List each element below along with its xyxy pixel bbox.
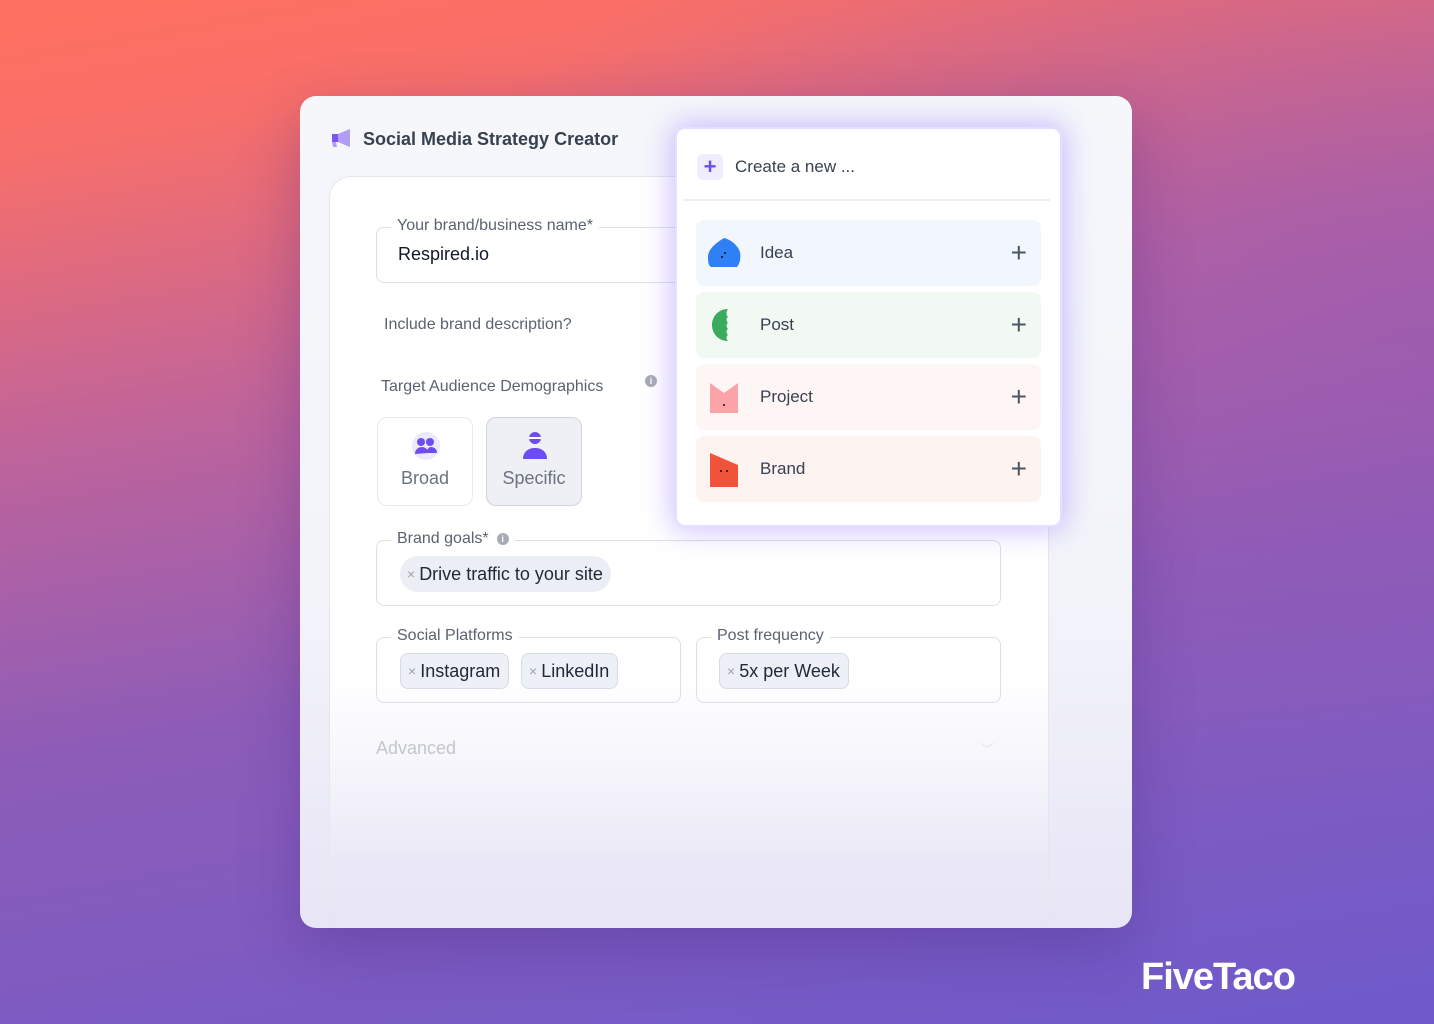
post-frequency-label: Post frequency	[711, 627, 830, 645]
audience-specific-option[interactable]: Specific	[486, 417, 582, 506]
frequency-chip: × 5x per Week	[719, 653, 849, 689]
audience-label: Target Audience Demographics	[381, 378, 604, 395]
goal-chip: × Drive traffic to your site	[400, 556, 611, 592]
project-icon	[710, 383, 738, 413]
menu-item-brand[interactable]: Brand +	[696, 436, 1041, 502]
remove-icon[interactable]: ×	[408, 663, 416, 679]
goal-chip-label: Drive traffic to your site	[419, 563, 603, 584]
platform-chip-label: LinkedIn	[541, 660, 610, 681]
menu-item-label: Brand	[760, 459, 806, 478]
social-platforms-label: Social Platforms	[391, 627, 519, 645]
brand-name-label: Your brand/business name*	[391, 217, 599, 235]
create-new-header: + Create a new ...	[697, 154, 855, 180]
include-description-label[interactable]: Include brand description?	[384, 316, 572, 334]
brand-icon	[710, 453, 738, 487]
remove-icon[interactable]: ×	[727, 663, 735, 679]
platform-chip: × LinkedIn	[521, 653, 619, 689]
menu-item-label: Project	[760, 387, 813, 406]
platform-chip: × Instagram	[400, 653, 510, 689]
remove-icon[interactable]: ×	[407, 566, 415, 582]
idea-icon	[708, 238, 741, 267]
add-icon[interactable]: +	[1011, 309, 1027, 341]
brand-goals-label: Brand goals* i	[391, 530, 515, 548]
info-icon[interactable]: i	[496, 533, 509, 545]
audience-broad-label: Broad	[400, 468, 450, 488]
menu-item-label: Post	[760, 315, 795, 334]
brand-goals-label-text: Brand goals*	[397, 530, 489, 547]
person-icon	[523, 432, 547, 459]
page-title: Social Media Strategy Creator	[363, 129, 619, 149]
plus-icon: +	[697, 154, 723, 180]
group-icon	[412, 432, 440, 460]
menu-item-idea[interactable]: Idea +	[696, 220, 1041, 286]
advanced-toggle[interactable]: Advanced	[376, 738, 456, 759]
menu-item-project[interactable]: Project +	[696, 364, 1041, 430]
brand-name-value: Respired.io	[398, 244, 490, 264]
menu-item-post[interactable]: Post +	[696, 292, 1041, 358]
brand-name-field[interactable]: Your brand/business name* Respired.io	[376, 217, 716, 283]
remove-icon[interactable]: ×	[529, 663, 537, 679]
info-icon[interactable]: i	[645, 375, 657, 387]
social-platforms-field[interactable]: Social Platforms × Instagram × LinkedIn	[376, 627, 681, 703]
menu-item-label: Idea	[760, 243, 794, 262]
create-new-menu: + Create a new ... Idea + Post + Project…	[677, 129, 1060, 525]
add-icon[interactable]: +	[1011, 453, 1027, 485]
create-new-title: Create a new ...	[735, 157, 856, 176]
divider	[683, 199, 1050, 201]
audience-specific-label: Specific	[502, 468, 566, 488]
chevron-down-icon[interactable]: ﹀	[980, 740, 994, 760]
platform-chip-label: Instagram	[420, 660, 501, 681]
post-icon	[712, 309, 728, 341]
megaphone-icon	[332, 129, 350, 147]
fivetaco-logo: FiveTaco	[1141, 956, 1296, 998]
add-icon[interactable]: +	[1011, 381, 1027, 413]
add-icon[interactable]: +	[1011, 237, 1027, 269]
frequency-chip-label: 5x per Week	[739, 660, 840, 681]
post-frequency-field[interactable]: Post frequency × 5x per Week	[696, 627, 1001, 703]
audience-broad-option[interactable]: Broad	[377, 417, 473, 506]
brand-goals-field[interactable]: Brand goals* i × Drive traffic to your sit…	[376, 530, 1001, 606]
